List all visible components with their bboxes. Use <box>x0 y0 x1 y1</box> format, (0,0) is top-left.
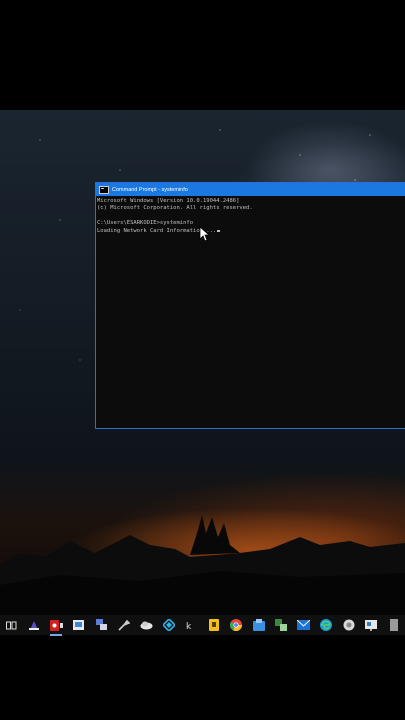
console-line: (c) Microsoft Corporation. All rights re… <box>97 205 253 212</box>
task-view-icon[interactable] <box>4 619 18 632</box>
mail-icon[interactable] <box>297 619 311 632</box>
app-icon[interactable] <box>342 619 356 632</box>
window-titlebar[interactable]: Command Prompt - systeminfo <box>96 183 405 196</box>
kodi-icon[interactable] <box>162 619 176 632</box>
window-title: Command Prompt - systeminfo <box>112 186 188 193</box>
app-icon[interactable] <box>274 619 288 632</box>
mountain-silhouette <box>0 515 405 615</box>
chrome-icon[interactable] <box>229 619 243 632</box>
screen-recorder-icon[interactable] <box>49 619 63 636</box>
console-output[interactable]: Microsoft Windows [Version 10.0.19044.24… <box>96 196 405 235</box>
command-prompt-window[interactable]: Command Prompt - systeminfo Microsoft Wi… <box>95 182 405 429</box>
console-line: Microsoft Windows [Version 10.0.19044.24… <box>97 198 240 204</box>
cloud-icon[interactable] <box>139 619 153 632</box>
app-icon[interactable] <box>27 619 41 632</box>
console-line: C:\Users\ESARKODIE>systeminfo <box>97 220 194 227</box>
cmd-icon <box>99 185 109 194</box>
tool-icon[interactable] <box>117 619 131 632</box>
app-icon[interactable]: k <box>184 619 198 632</box>
text-caret <box>217 230 221 232</box>
app-icon[interactable] <box>252 619 266 632</box>
edge-icon[interactable] <box>319 619 333 632</box>
svg-text:k: k <box>186 622 192 631</box>
app-icon[interactable] <box>207 619 221 632</box>
app-icon[interactable] <box>364 619 378 632</box>
app-icon[interactable] <box>72 619 86 632</box>
taskbar: k <box>0 615 405 636</box>
console-line: Loading Network Card Information ... <box>97 228 405 235</box>
app-icon[interactable] <box>387 619 401 632</box>
network-icon[interactable] <box>94 619 108 632</box>
mouse-cursor-icon <box>199 226 211 242</box>
